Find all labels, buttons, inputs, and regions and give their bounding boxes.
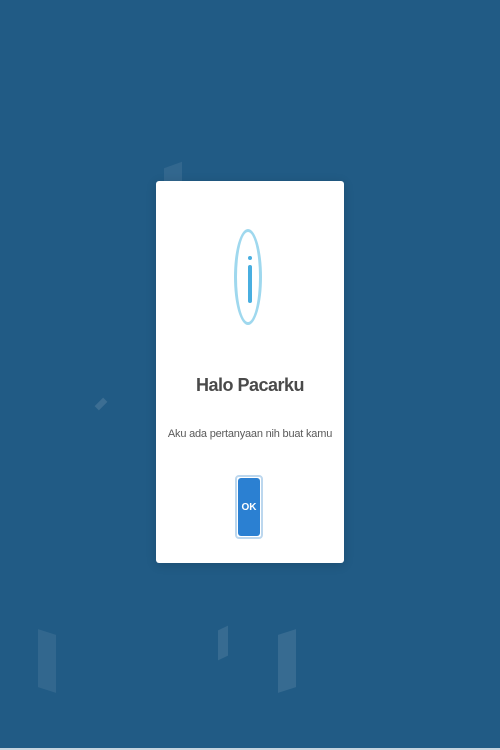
background-shape: [38, 629, 56, 693]
dialog-title: Halo Pacarku: [195, 375, 305, 395]
background-shape: [94, 397, 108, 411]
info-icon-bar: [248, 265, 252, 303]
dialog-message: Aku ada pertanyaan nih buat kamu: [167, 428, 333, 440]
info-icon-dot: [248, 256, 252, 260]
info-icon: [234, 229, 262, 325]
ok-button[interactable]: OK: [235, 475, 263, 539]
background-shape: [278, 629, 296, 693]
alert-dialog: Halo Pacarku Aku ada pertanyaan nih buat…: [156, 181, 344, 563]
background-shape: [218, 625, 228, 661]
